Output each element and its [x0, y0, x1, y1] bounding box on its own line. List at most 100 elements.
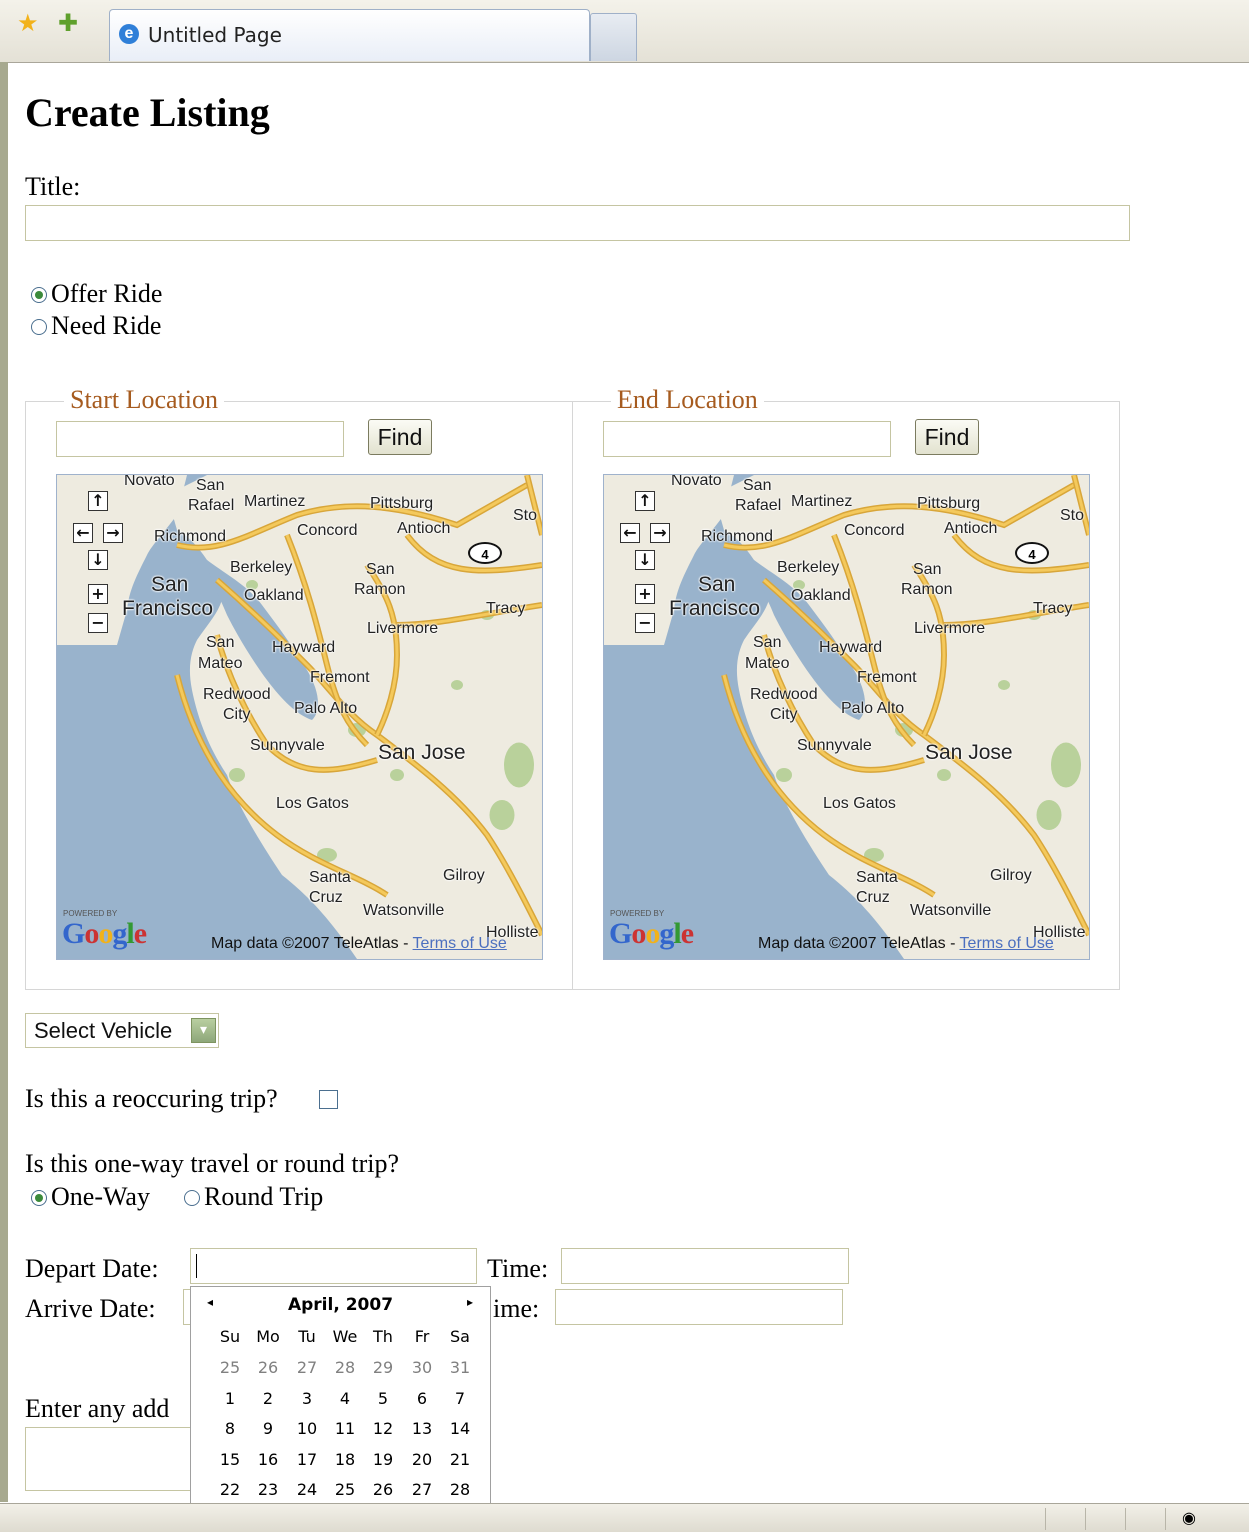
google-logo[interactable]: Google	[62, 917, 147, 951]
vehicle-select-value: Select Vehicle	[34, 1018, 173, 1043]
reoccurring-checkbox[interactable]	[319, 1090, 338, 1109]
end-location-input[interactable]	[603, 421, 891, 457]
one-way-option[interactable]: One-Way	[31, 1181, 150, 1213]
calendar-day[interactable]: 17	[288, 1450, 326, 1470]
browser-tab[interactable]: e Untitled Page	[109, 9, 590, 61]
calendar-day[interactable]: 21	[441, 1450, 479, 1470]
map-place-label: Berkeley	[777, 559, 840, 576]
date-picker-calendar[interactable]: ◂ April, 2007 ▸ Su Mo Tu We Th Fr Sa 25 26 27 28 29…	[190, 1286, 491, 1504]
arrive-time-input[interactable]	[555, 1289, 843, 1325]
calendar-day[interactable]: 8	[211, 1419, 249, 1439]
calendar-day[interactable]: 11	[326, 1419, 364, 1439]
new-tab-button[interactable]	[590, 13, 637, 61]
terms-of-use-link[interactable]: Terms of Use	[960, 935, 1054, 952]
depart-date-input[interactable]	[190, 1248, 477, 1284]
calendar-day[interactable]: 7	[441, 1389, 479, 1409]
map-place-label: Richmond	[154, 528, 227, 545]
start-location-input[interactable]	[56, 421, 344, 457]
google-logo[interactable]: Google	[609, 917, 694, 951]
start-location-map[interactable]: 4 Novato San Rafael Martinez Pittsburg Sto Rich…	[56, 474, 543, 960]
calendar-day[interactable]: 28	[441, 1480, 479, 1500]
calendar-month-label: April, 2007	[287, 1295, 394, 1315]
pan-up-icon[interactable]: ↑	[635, 491, 655, 511]
calendar-day[interactable]: 12	[364, 1419, 402, 1439]
depart-time-input[interactable]	[561, 1248, 849, 1284]
round-trip-option[interactable]: Round Trip	[184, 1181, 323, 1213]
offer-ride-radio[interactable]	[31, 287, 47, 303]
calendar-day[interactable]: 14	[441, 1419, 479, 1439]
calendar-day[interactable]: 22	[211, 1480, 249, 1500]
end-location-map[interactable]: 4 Novato San Rafael Martinez Pittsburg Sto Rich…	[603, 474, 1090, 960]
calendar-day[interactable]: 29	[364, 1358, 402, 1378]
star-icon[interactable]: ★	[17, 12, 39, 36]
calendar-day[interactable]: 10	[288, 1419, 326, 1439]
terms-of-use-link[interactable]: Terms of Use	[413, 935, 507, 952]
vehicle-select[interactable]: Select Vehicle ▾	[25, 1013, 219, 1048]
calendar-day[interactable]: 27	[288, 1358, 326, 1378]
pan-left-icon[interactable]: ←	[620, 523, 640, 543]
one-way-label: One-Way	[51, 1182, 150, 1211]
end-find-button[interactable]: Find	[915, 419, 979, 455]
zoom-in-icon[interactable]: +	[88, 584, 108, 604]
map-data-text: Map data ©2007 TeleAtlas -	[758, 935, 960, 952]
title-input[interactable]	[25, 205, 1130, 241]
map-place-label: San	[913, 561, 942, 578]
calendar-day[interactable]: 27	[403, 1480, 441, 1500]
calendar-day[interactable]: 3	[288, 1389, 326, 1409]
calendar-day[interactable]: 20	[403, 1450, 441, 1470]
map-place-label: San Jose	[925, 741, 1013, 764]
calendar-day[interactable]: 26	[249, 1358, 287, 1378]
calendar-day[interactable]: 1	[211, 1389, 249, 1409]
zoom-out-icon[interactable]: −	[635, 613, 655, 633]
pan-right-icon[interactable]: →	[103, 523, 123, 543]
calendar-day[interactable]: 25	[326, 1480, 364, 1500]
pan-right-icon[interactable]: →	[650, 523, 670, 543]
map-place-label: Cruz	[309, 889, 343, 906]
calendar-day[interactable]: 18	[326, 1450, 364, 1470]
pan-left-icon[interactable]: ←	[73, 523, 93, 543]
pan-down-icon[interactable]: ↓	[635, 550, 655, 570]
calendar-day[interactable]: 9	[249, 1419, 287, 1439]
calendar-day[interactable]: 16	[249, 1450, 287, 1470]
calendar-day[interactable]: 15	[211, 1450, 249, 1470]
offer-ride-option[interactable]: Offer Ride	[31, 278, 162, 310]
pan-up-icon[interactable]: ↑	[88, 491, 108, 511]
calendar-day[interactable]: 13	[403, 1419, 441, 1439]
chevron-down-icon[interactable]: ▾	[191, 1018, 216, 1043]
privacy-eye-icon[interactable]: ◉	[1182, 1508, 1196, 1528]
need-ride-radio[interactable]	[31, 319, 47, 335]
additional-info-textarea[interactable]	[25, 1427, 205, 1491]
calendar-day[interactable]: 28	[326, 1358, 364, 1378]
need-ride-label: Need Ride	[51, 311, 162, 340]
start-find-button[interactable]: Find	[368, 419, 432, 455]
calendar-day[interactable]: 19	[364, 1450, 402, 1470]
map-place-label: San	[698, 573, 736, 596]
map-place-label: Concord	[297, 522, 358, 539]
map-place-label: San	[743, 477, 772, 494]
calendar-day[interactable]: 30	[403, 1358, 441, 1378]
calendar-day[interactable]: 26	[364, 1480, 402, 1500]
calendar-day[interactable]: 2	[249, 1389, 287, 1409]
calendar-day[interactable]: 23	[249, 1480, 287, 1500]
map-place-label: Francisco	[669, 597, 761, 620]
zoom-in-icon[interactable]: +	[635, 584, 655, 604]
one-way-radio[interactable]	[31, 1190, 47, 1206]
status-divider	[1085, 1508, 1086, 1530]
map-place-label: Gilroy	[443, 867, 485, 884]
need-ride-option[interactable]: Need Ride	[31, 310, 161, 342]
calendar-day[interactable]: 25	[211, 1358, 249, 1378]
offer-ride-label: Offer Ride	[51, 279, 163, 308]
calendar-day[interactable]: 31	[441, 1358, 479, 1378]
next-month-button[interactable]: ▸	[467, 1295, 473, 1309]
pan-down-icon[interactable]: ↓	[88, 550, 108, 570]
add-favorite-icon[interactable]: ✚	[58, 12, 78, 36]
zoom-out-icon[interactable]: −	[88, 613, 108, 633]
calendar-day[interactable]: 4	[326, 1389, 364, 1409]
calendar-day[interactable]: 5	[364, 1389, 402, 1409]
round-trip-radio[interactable]	[184, 1190, 200, 1206]
calendar-day[interactable]: 24	[288, 1480, 326, 1500]
map-place-label: Berkeley	[230, 559, 293, 576]
map-place-label: Redwood	[203, 686, 271, 703]
calendar-day[interactable]: 6	[403, 1389, 441, 1409]
map-place-label: San	[206, 634, 235, 651]
